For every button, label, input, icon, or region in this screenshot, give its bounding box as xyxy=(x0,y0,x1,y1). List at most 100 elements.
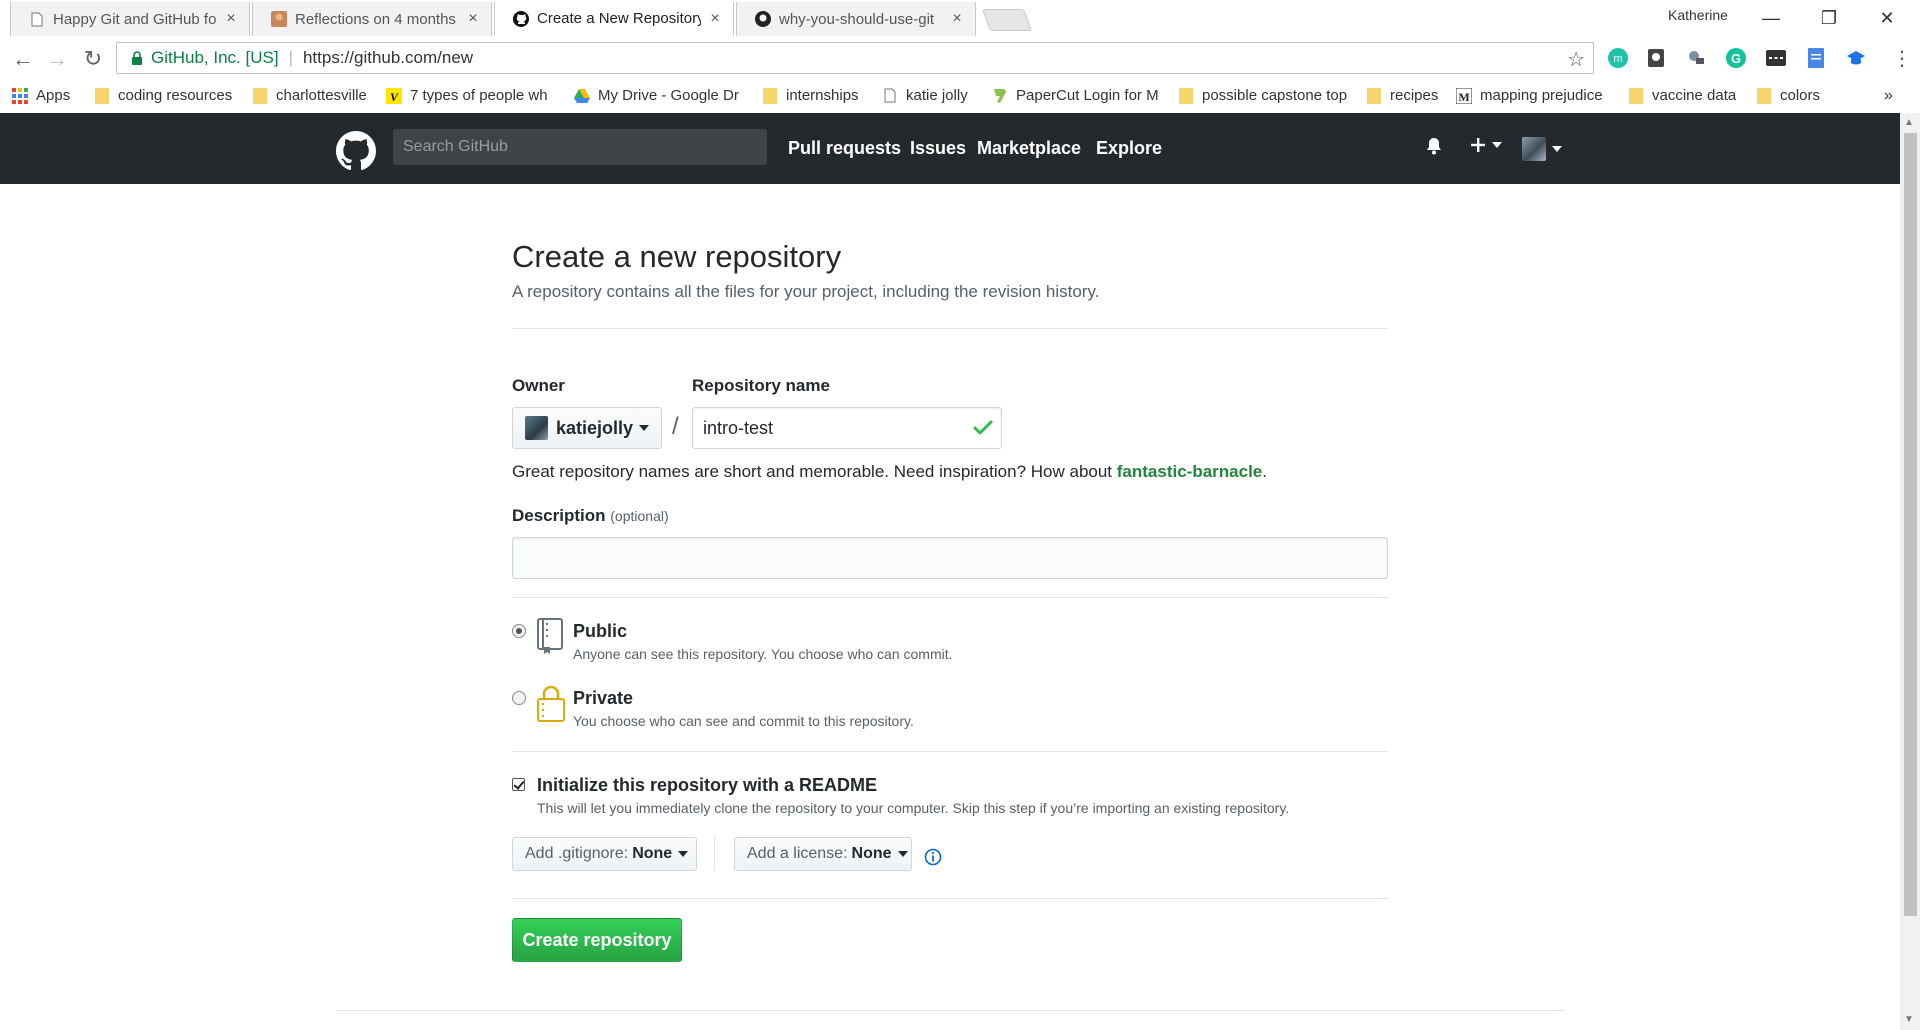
docs-icon[interactable] xyxy=(1804,46,1828,70)
forward-arrow-icon[interactable]: → xyxy=(42,44,72,74)
public-option-title[interactable]: Public xyxy=(573,621,627,642)
extension-shield-icon[interactable] xyxy=(1644,46,1668,70)
address-bar[interactable]: GitHub, Inc. [US] | https://github.com/n… xyxy=(116,42,1594,74)
bookmark-label: katie jolly xyxy=(906,87,968,104)
svg-text:G: G xyxy=(1731,51,1741,66)
lock-icon xyxy=(536,683,566,728)
new-tab-button[interactable] xyxy=(981,9,1033,31)
minimize-button[interactable]: — xyxy=(1748,4,1794,32)
create-repository-button[interactable]: Create repository xyxy=(512,918,682,962)
public-option-note: Anyone can see this repository. You choo… xyxy=(573,646,953,662)
more-bookmarks-icon[interactable]: » xyxy=(1884,87,1893,105)
browser-menu-icon[interactable]: ⋮ xyxy=(1892,46,1912,71)
nav-issues[interactable]: Issues xyxy=(910,138,966,159)
notifications-bell-icon[interactable] xyxy=(1426,137,1442,155)
license-label: Add a license: xyxy=(747,845,848,862)
description-label-text: Description xyxy=(512,506,606,525)
bookmark-link[interactable]: katie jolly xyxy=(882,87,968,104)
folder-icon xyxy=(94,87,110,104)
bookmark-folder[interactable]: coding resources xyxy=(94,87,244,104)
bookmark-link[interactable]: M mapping prejudice xyxy=(1456,87,1603,104)
bookmark-label: mapping prejudice xyxy=(1480,87,1603,104)
bookmark-apps[interactable]: Apps xyxy=(12,87,70,104)
close-window-button[interactable]: ✕ xyxy=(1864,4,1910,32)
page-subtitle: A repository contains all the files for … xyxy=(512,282,1100,301)
grammarly-icon[interactable]: G xyxy=(1724,46,1748,70)
profile-name[interactable]: Katherine xyxy=(1668,7,1728,23)
close-icon[interactable]: × xyxy=(465,10,481,28)
v-logo-icon: V xyxy=(386,87,402,104)
info-icon[interactable] xyxy=(924,848,942,866)
github-header: Pull requests Issues Marketplace Explore xyxy=(0,113,1900,184)
repository-name-input[interactable] xyxy=(692,407,1002,449)
folder-icon xyxy=(1756,87,1772,104)
bookmark-folder[interactable]: possible capstone top xyxy=(1178,87,1348,104)
gitignore-label: Add .gitignore: xyxy=(525,845,629,862)
readme-checkbox[interactable] xyxy=(512,778,525,791)
browser-tab-active[interactable]: Create a New Repository × xyxy=(494,2,734,36)
omnibox-separator: | xyxy=(288,48,293,67)
bookmark-folder[interactable]: charlottesville xyxy=(252,87,378,104)
github-logo-icon[interactable] xyxy=(336,131,376,171)
browser-tab[interactable]: why-you-should-use-git × xyxy=(736,2,976,36)
bookmark-folder[interactable]: vaccine data xyxy=(1628,87,1736,104)
hint-period: . xyxy=(1262,462,1267,481)
site-identity: GitHub, Inc. [US] xyxy=(151,48,279,67)
bookmark-label: coding resources xyxy=(118,87,233,104)
public-radio[interactable] xyxy=(512,624,526,638)
close-icon[interactable]: × xyxy=(223,10,239,28)
back-arrow-icon[interactable]: ← xyxy=(8,44,38,74)
nav-explore[interactable]: Explore xyxy=(1096,138,1162,159)
github-search-input[interactable] xyxy=(393,129,767,165)
private-radio[interactable] xyxy=(512,691,526,705)
scrollbar-thumb[interactable] xyxy=(1904,133,1917,916)
bookmark-label: charlottesville xyxy=(276,87,367,104)
extension-satellite-icon[interactable] xyxy=(1684,46,1708,70)
browser-tab[interactable]: Reflections on 4 months × xyxy=(252,2,492,36)
gitignore-select-button[interactable]: Add .gitignore: None xyxy=(512,837,697,871)
bookmark-folder[interactable]: internships xyxy=(762,87,859,104)
bookmark-link[interactable]: V 7 types of people wh xyxy=(386,87,556,104)
owner-select-button[interactable]: katiejolly xyxy=(512,407,662,449)
private-option-title[interactable]: Private xyxy=(573,688,633,709)
restore-button[interactable]: ❐ xyxy=(1806,4,1852,32)
create-new-plus-icon[interactable] xyxy=(1470,137,1502,153)
tab-title: Happy Git and GitHub fo xyxy=(53,10,217,28)
user-avatar-menu[interactable] xyxy=(1522,137,1562,161)
repo-book-icon xyxy=(536,617,564,660)
bookmark-link[interactable]: My Drive - Google Dr xyxy=(574,87,744,104)
bookmark-link[interactable]: PaperCut Login for M xyxy=(992,87,1160,104)
close-icon[interactable]: × xyxy=(707,10,723,28)
name-suggestion-link[interactable]: fantastic-barnacle xyxy=(1117,462,1263,481)
reload-icon[interactable]: ↻ xyxy=(78,44,108,74)
vertical-divider xyxy=(714,837,715,871)
chevron-down-icon xyxy=(897,851,908,857)
m-logo-icon: M xyxy=(1456,87,1472,104)
scroll-down-arrow-icon[interactable]: ▼ xyxy=(1904,1014,1914,1025)
readme-option-note: This will let you immediately clone the … xyxy=(537,800,1290,816)
license-value: None xyxy=(851,845,892,862)
bookmark-label: possible capstone top xyxy=(1202,87,1348,104)
bookmark-label: vaccine data xyxy=(1652,87,1737,104)
bookmark-folder[interactable]: recipes xyxy=(1366,87,1438,104)
bookmark-folder[interactable]: colors xyxy=(1756,87,1820,104)
footer-divider xyxy=(336,1010,1564,1011)
license-select-button[interactable]: Add a license: None xyxy=(734,837,912,871)
nav-pull-requests[interactable]: Pull requests xyxy=(788,138,901,159)
bookmark-label: PaperCut Login for M xyxy=(1016,87,1159,104)
bookmark-label: recipes xyxy=(1390,87,1439,104)
svg-text:m: m xyxy=(1613,53,1622,65)
extension-m-icon[interactable]: m xyxy=(1606,46,1630,70)
close-icon[interactable]: × xyxy=(949,10,965,28)
description-input[interactable] xyxy=(512,537,1388,579)
scroll-up-arrow-icon[interactable]: ▲ xyxy=(1904,117,1914,128)
bookmarks-bar: Apps coding resources charlottesville V … xyxy=(0,81,1920,114)
folder-icon xyxy=(1178,87,1194,104)
browser-tab[interactable]: Happy Git and GitHub fo × xyxy=(10,2,250,36)
bookmark-star-icon[interactable]: ☆ xyxy=(1567,47,1585,72)
extension-dots-icon[interactable] xyxy=(1764,46,1788,70)
nav-marketplace[interactable]: Marketplace xyxy=(977,138,1081,159)
extension-cap-icon[interactable] xyxy=(1844,46,1868,70)
apps-grid-icon xyxy=(12,87,28,104)
readme-option-title[interactable]: Initialize this repository with a README xyxy=(537,775,877,796)
